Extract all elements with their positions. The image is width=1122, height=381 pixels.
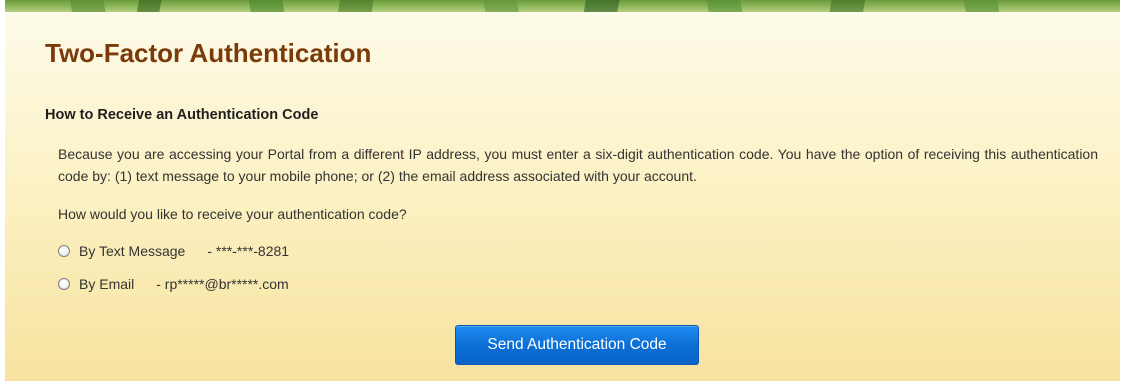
section-heading: How to Receive an Authentication Code (45, 107, 319, 123)
authentication-panel: Two-Factor Authentication How to Receive… (5, 12, 1120, 381)
leaf-header-banner (5, 0, 1120, 12)
email-radio[interactable] (58, 278, 70, 290)
text-message-option[interactable]: By Text Message - ***-***-8281 (58, 241, 289, 261)
page-title: Two-Factor Authentication (45, 38, 372, 68)
masked-email-address: - rp*****@br*****.com (156, 276, 289, 292)
send-authentication-code-button[interactable]: Send Authentication Code (455, 325, 699, 365)
masked-phone-number: - ***-***-8281 (207, 243, 290, 259)
text-message-label: By Text Message (79, 243, 186, 259)
instructions-text: Because you are accessing your Portal fr… (58, 146, 1098, 184)
email-option[interactable]: By Email - rp*****@br*****.com (58, 274, 289, 294)
delivery-method-prompt: How would you like to receive your authe… (58, 206, 407, 222)
email-label: By Email (79, 276, 135, 292)
text-message-radio[interactable] (58, 245, 70, 257)
page-frame: Two-Factor Authentication How to Receive… (0, 0, 1122, 381)
